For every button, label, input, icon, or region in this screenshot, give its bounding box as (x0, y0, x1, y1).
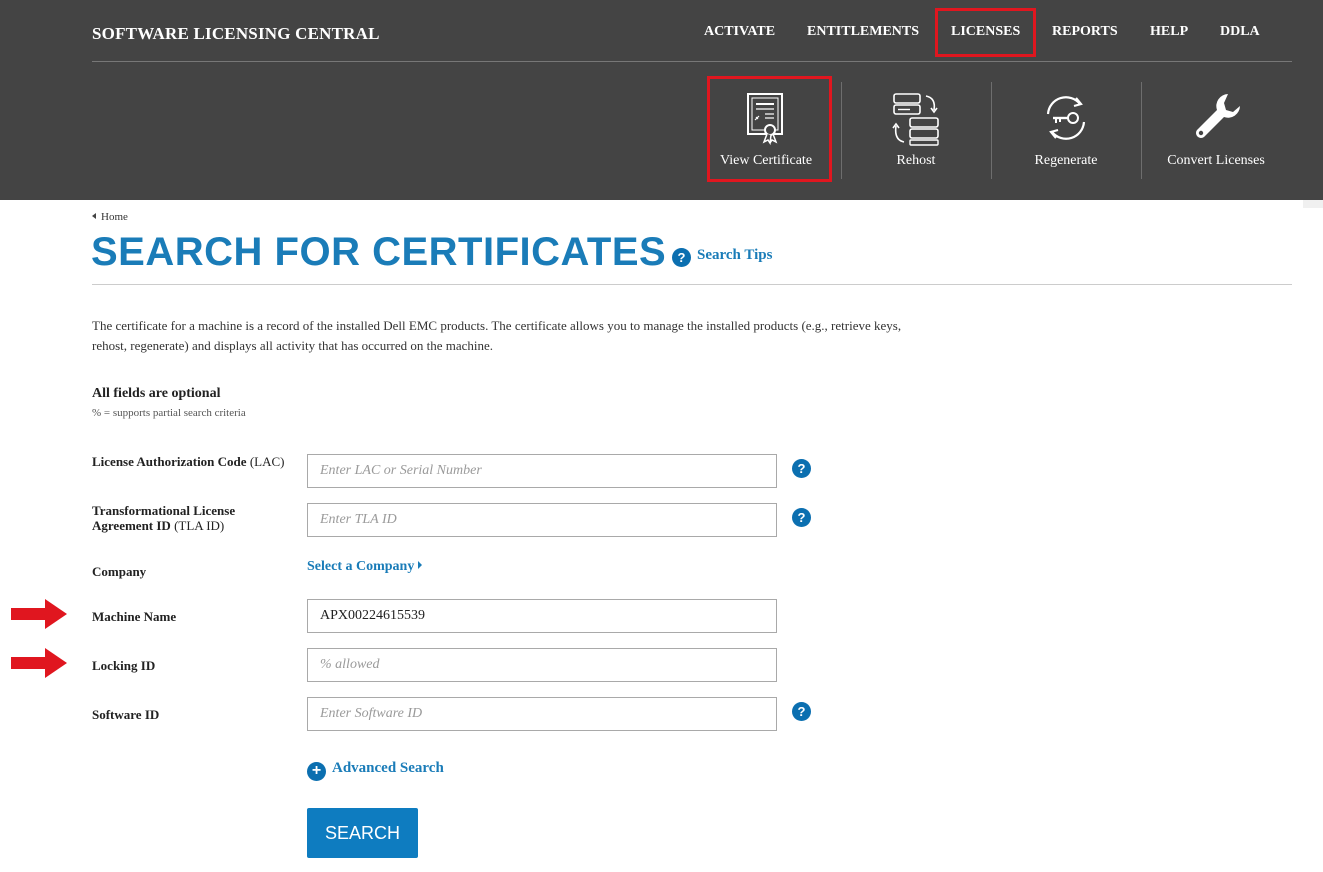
wrench-icon (1196, 94, 1240, 138)
lac-label: License Authorization Code (LAC) (92, 454, 284, 469)
tool-convert-licenses[interactable]: Convert Licenses (1141, 80, 1291, 180)
breadcrumb-home[interactable]: Home (92, 211, 128, 223)
locking-id-label: Locking ID (92, 658, 155, 673)
search-tips-link[interactable]: ? Search Tips (672, 247, 772, 267)
red-arrow-icon (11, 648, 67, 678)
software-id-help-icon[interactable]: ? (792, 702, 811, 721)
certificate-icon (747, 93, 783, 146)
tla-input[interactable] (307, 503, 777, 537)
company-label: Company (92, 564, 146, 579)
tla-help-icon[interactable]: ? (792, 508, 811, 527)
lac-label-suffix: (LAC) (246, 454, 285, 469)
red-arrow-icon (11, 599, 67, 629)
search-tips-label: Search Tips (697, 247, 773, 263)
partial-search-note: % = supports partial search criteria (92, 407, 246, 419)
tla-label-suffix: (TLA ID) (170, 518, 225, 533)
nav-entitlements[interactable]: ENTITLEMENTS (807, 24, 919, 40)
nav-reports[interactable]: REPORTS (1052, 24, 1118, 40)
caret-left-icon (92, 213, 96, 219)
help-icon: ? (672, 248, 691, 267)
tool-label-convert-licenses: Convert Licenses (1167, 153, 1265, 168)
tla-label: Transformational License Agreement ID (TL… (92, 503, 235, 533)
tool-label-regenerate: Regenerate (1034, 153, 1098, 168)
page-title: SEARCH FOR CERTIFICATES (91, 230, 667, 274)
tool-regenerate[interactable]: Regenerate (991, 80, 1141, 180)
tool-label-rehost: Rehost (896, 153, 936, 168)
caret-right-icon (418, 561, 423, 569)
top-nav: ACTIVATE ENTITLEMENTS LICENSES REPORTS H… (0, 24, 1323, 44)
breadcrumb-label: Home (101, 211, 128, 223)
machine-name-input[interactable] (307, 599, 777, 633)
tool-rehost[interactable]: Rehost (841, 80, 991, 180)
tool-view-certificate[interactable]: View Certificate (691, 80, 841, 180)
header-divider (92, 61, 1292, 62)
plus-icon: + (307, 762, 326, 781)
select-company-label: Select a Company (307, 559, 415, 574)
software-id-label-text: Software ID (92, 707, 160, 722)
nav-help[interactable]: HELP (1150, 24, 1188, 40)
tla-label-bold-1: Transformational License (92, 503, 236, 518)
advanced-search-link[interactable]: + Advanced Search (307, 760, 444, 781)
machine-name-label-text: Machine Name (92, 609, 177, 624)
nav-licenses[interactable]: LICENSES (951, 24, 1020, 40)
key-refresh-icon (1046, 96, 1086, 140)
lac-label-bold: License Authorization Code (92, 454, 247, 469)
locking-id-input[interactable] (307, 648, 777, 682)
machine-name-label: Machine Name (92, 609, 176, 624)
title-divider (92, 284, 1292, 285)
page-description: The certificate for a machine is a recor… (92, 318, 902, 353)
server-transfer-icon (892, 93, 939, 146)
locking-id-label-text: Locking ID (92, 658, 156, 673)
scrollbar-stub[interactable] (1303, 200, 1323, 208)
company-label-text: Company (92, 564, 147, 579)
software-id-input[interactable] (307, 697, 777, 731)
nav-ddla[interactable]: DDLA (1220, 24, 1260, 40)
lac-help-icon[interactable]: ? (792, 459, 811, 478)
software-id-label: Software ID (92, 707, 159, 722)
optional-fields-note: All fields are optional (92, 386, 221, 401)
tool-label-view-certificate: View Certificate (719, 153, 813, 168)
select-company-link[interactable]: Select a Company (307, 559, 423, 575)
advanced-search-label: Advanced Search (332, 760, 444, 776)
tla-label-bold-2: Agreement ID (92, 518, 171, 533)
lac-input[interactable] (307, 454, 777, 488)
search-button[interactable]: SEARCH (307, 808, 418, 858)
nav-activate[interactable]: ACTIVATE (704, 24, 775, 40)
header: SOFTWARE LICENSING CENTRAL ACTIVATE ENTI… (0, 0, 1323, 200)
